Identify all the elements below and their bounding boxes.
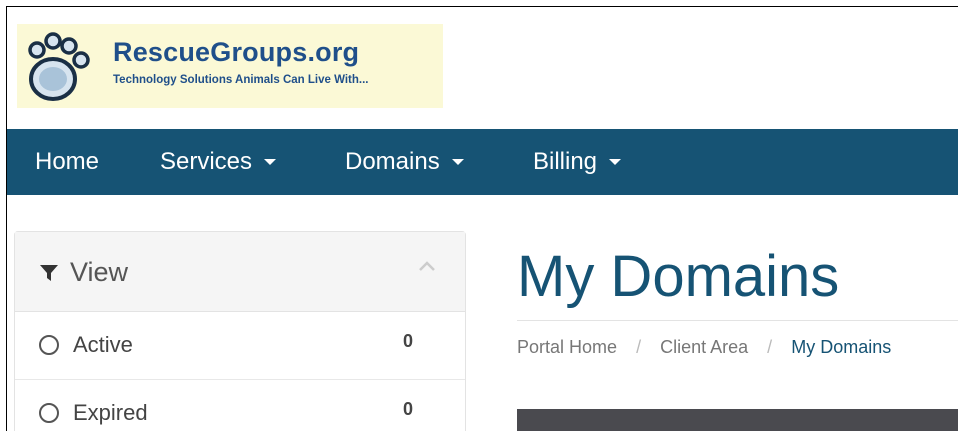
filter-label: Active xyxy=(73,332,133,357)
caret-down-icon xyxy=(451,158,464,165)
main-navbar: Home Services Domains Billing xyxy=(7,129,958,195)
filter-count: 0 xyxy=(403,399,414,419)
breadcrumb-current: My Domains xyxy=(791,337,892,357)
site-logo[interactable]: RescueGroups.org Technology Solutions An… xyxy=(17,24,443,108)
breadcrumb-separator: / xyxy=(636,337,642,357)
breadcrumb: Portal Home / Client Area / My Domains xyxy=(517,337,891,358)
panel-title: View xyxy=(70,257,129,287)
paw-logo-icon xyxy=(28,32,90,101)
nav-billing-label: Billing xyxy=(533,148,598,175)
nav-billing[interactable]: Billing xyxy=(533,129,622,195)
page-title: My Domains xyxy=(517,244,840,309)
breadcrumb-separator: / xyxy=(767,337,773,357)
caret-down-icon xyxy=(264,158,277,165)
nav-domains-label: Domains xyxy=(345,148,440,175)
logo-tagline: Technology Solutions Animals Can Live Wi… xyxy=(113,74,369,86)
caret-down-icon xyxy=(609,158,622,165)
filter-icon xyxy=(40,265,58,281)
breadcrumb-portal-home[interactable]: Portal Home xyxy=(517,337,617,357)
filter-label: Expired xyxy=(73,400,148,425)
table-header-bar xyxy=(517,409,958,431)
title-divider xyxy=(517,320,958,321)
radio-button[interactable] xyxy=(39,403,59,423)
nav-home-label: Home xyxy=(35,148,100,175)
nav-home[interactable]: Home xyxy=(35,129,99,195)
panel-header[interactable]: View xyxy=(15,232,465,312)
filter-expired[interactable]: Expired 0 xyxy=(15,380,465,431)
filter-active[interactable]: Active 0 xyxy=(15,312,465,380)
radio-button[interactable] xyxy=(39,335,59,355)
logo-title: RescueGroups.org xyxy=(113,37,360,67)
nav-domains[interactable]: Domains xyxy=(345,129,464,195)
nav-services-label: Services xyxy=(160,148,253,175)
page-frame: RescueGroups.org Technology Solutions An… xyxy=(6,6,958,431)
view-filter-panel: View Active 0 Expired 0 xyxy=(14,231,466,431)
nav-services[interactable]: Services xyxy=(160,129,277,195)
filter-count: 0 xyxy=(403,331,414,351)
chevron-up-icon[interactable] xyxy=(418,260,436,272)
breadcrumb-client-area[interactable]: Client Area xyxy=(660,337,748,357)
